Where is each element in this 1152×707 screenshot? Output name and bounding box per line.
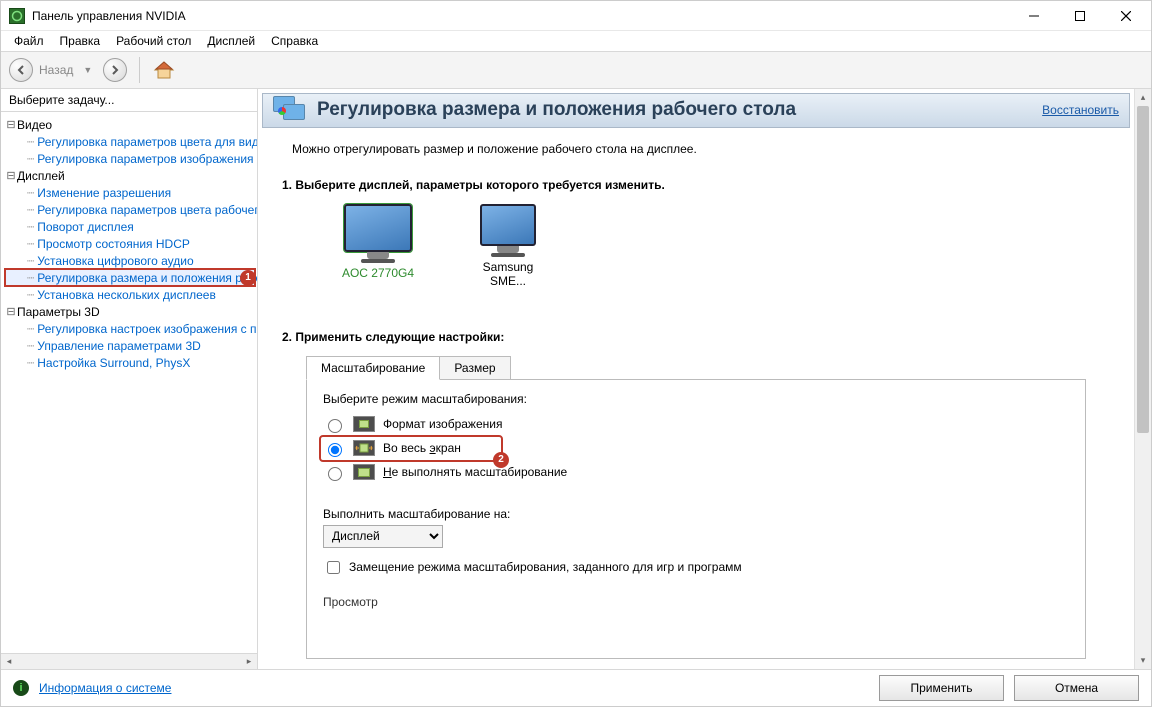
tree-display-item-4[interactable]: ┈Установка цифрового аудио: [5, 252, 257, 269]
close-button[interactable]: [1103, 1, 1149, 31]
tree-video-item-1[interactable]: ┈Регулировка параметров изображения д: [5, 150, 257, 167]
sysinfo-icon: i: [13, 680, 29, 696]
page-title: Регулировка размера и положения рабочего…: [317, 99, 1030, 121]
tab-size[interactable]: Размер: [439, 356, 510, 379]
scroll-thumb[interactable]: [1137, 106, 1149, 433]
monitor-icon: [344, 204, 412, 252]
task-tree: ⊟ Видео ┈Регулировка параметров цвета дл…: [1, 112, 257, 653]
tree-video[interactable]: ⊟ Видео: [5, 116, 257, 133]
cancel-button[interactable]: Отмена: [1014, 675, 1139, 701]
radio-noscaling-input[interactable]: [328, 467, 342, 481]
system-info-link[interactable]: Информация о системе: [39, 681, 171, 695]
tree-3d-item-1[interactable]: ┈Управление параметрами 3D: [5, 337, 257, 354]
perform-scaling-on-label: Выполнить масштабирование на:: [323, 507, 1069, 521]
display-label: AOC 2770G4: [338, 266, 418, 280]
tree-display-item-6[interactable]: ┈Установка нескольких дисплеев: [5, 286, 257, 303]
settings-tabs: Масштабирование Размер: [306, 356, 1110, 379]
tree-display-item-2[interactable]: ┈Поворот дисплея: [5, 218, 257, 235]
page-header-icon: [273, 96, 305, 124]
step2-title: 2. Применить следующие настройки:: [282, 330, 1110, 344]
annotation-badge-1: 1: [240, 270, 256, 286]
restore-defaults-link[interactable]: Восстановить: [1042, 103, 1119, 117]
menubar: Файл Правка Рабочий стол Дисплей Справка: [1, 31, 1151, 52]
back-dropdown-icon[interactable]: ▼: [83, 65, 97, 75]
radio-fullscreen-input[interactable]: [328, 443, 342, 457]
override-game-scaling[interactable]: Замещение режима масштабирования, заданн…: [323, 558, 1069, 577]
menu-edit[interactable]: Правка: [52, 32, 109, 50]
page-header: Регулировка размера и положения рабочего…: [262, 93, 1130, 128]
back-button[interactable]: [9, 58, 33, 82]
sidebar-header: Выберите задачу...: [1, 89, 257, 112]
tree-display[interactable]: ⊟ Дисплей: [5, 167, 257, 184]
monitor-icon: [480, 204, 536, 246]
scroll-left-icon[interactable]: ◂: [1, 654, 17, 669]
sidebar: Выберите задачу... ⊟ Видео ┈Регулировка …: [1, 89, 258, 669]
radio-aspect-input[interactable]: [328, 419, 342, 433]
tree-display-item-1[interactable]: ┈Регулировка параметров цвета рабочег: [5, 201, 257, 218]
menu-display[interactable]: Дисплей: [199, 32, 263, 50]
override-checkbox[interactable]: [327, 561, 340, 574]
display-option-1[interactable]: Samsung SME...: [468, 204, 548, 288]
collapse-icon[interactable]: ⊟: [5, 169, 17, 182]
display-option-0[interactable]: AOC 2770G4: [338, 204, 418, 288]
radio-aspect[interactable]: Формат изображения: [323, 412, 1069, 437]
menu-desktop[interactable]: Рабочий стол: [108, 32, 199, 50]
maximize-button[interactable]: [1057, 1, 1103, 31]
scaling-mode-label: Выберите режим масштабирования:: [323, 392, 1069, 406]
radio-fullscreen[interactable]: Во весь экран 2: [321, 437, 501, 460]
tree-display-item-0[interactable]: ┈Изменение разрешения: [5, 184, 257, 201]
perform-scaling-on-select[interactable]: Дисплей: [323, 525, 443, 548]
aspect-ratio-icon: [353, 416, 375, 432]
tree-display-item-5[interactable]: ┈Регулировка размера и положения рабо 1: [5, 269, 255, 286]
noscaling-icon: [353, 464, 375, 480]
tree-3d-item-2[interactable]: ┈Настройка Surround, PhysX: [5, 354, 257, 371]
menu-help[interactable]: Справка: [263, 32, 326, 50]
toolbar-separator: [139, 57, 140, 83]
tab-panel-scaling: Выберите режим масштабирования: Формат и…: [306, 379, 1086, 659]
home-button[interactable]: [152, 59, 176, 81]
footer: i Информация о системе Применить Отмена: [1, 669, 1151, 706]
tree-video-item-0[interactable]: ┈Регулировка параметров цвета для вид: [5, 133, 257, 150]
nav-toolbar: Назад ▼: [1, 52, 1151, 89]
radio-noscaling[interactable]: Не выполнять масштабирование: [323, 460, 1069, 485]
tab-scaling[interactable]: Масштабирование: [306, 356, 440, 380]
fullscreen-icon: [353, 440, 375, 456]
scroll-down-icon[interactable]: ▾: [1135, 652, 1151, 669]
sidebar-hscrollbar[interactable]: ◂ ▸: [1, 653, 257, 669]
back-label: Назад: [39, 63, 77, 77]
display-label: Samsung SME...: [468, 260, 548, 288]
minimize-button[interactable]: [1011, 1, 1057, 31]
tree-display-item-3[interactable]: ┈Просмотр состояния HDCP: [5, 235, 257, 252]
apply-button[interactable]: Применить: [879, 675, 1004, 701]
scroll-up-icon[interactable]: ▴: [1135, 89, 1151, 106]
annotation-badge-2: 2: [493, 452, 509, 468]
collapse-icon[interactable]: ⊟: [5, 118, 17, 131]
tree-3d[interactable]: ⊟ Параметры 3D: [5, 303, 257, 320]
content-pane: Регулировка размера и положения рабочего…: [258, 89, 1134, 669]
radio-noscaling-label: Не выполнять масштабирование: [383, 465, 567, 479]
preview-label: Просмотр: [323, 595, 1069, 609]
menu-file[interactable]: Файл: [6, 32, 52, 50]
step1-title: 1. Выберите дисплей, параметры которого …: [282, 178, 1110, 192]
nvidia-icon: [9, 8, 25, 24]
tree-3d-item-0[interactable]: ┈Регулировка настроек изображения с пр: [5, 320, 257, 337]
titlebar: Панель управления NVIDIA: [1, 1, 1151, 31]
forward-button[interactable]: [103, 58, 127, 82]
page-subtitle: Можно отрегулировать размер и положение …: [262, 128, 1130, 170]
radio-fullscreen-label: Во весь экран: [383, 441, 461, 455]
collapse-icon[interactable]: ⊟: [5, 305, 17, 318]
window-title: Панель управления NVIDIA: [32, 9, 186, 23]
scroll-right-icon[interactable]: ▸: [241, 654, 257, 669]
content-vscrollbar[interactable]: ▴ ▾: [1134, 89, 1151, 669]
